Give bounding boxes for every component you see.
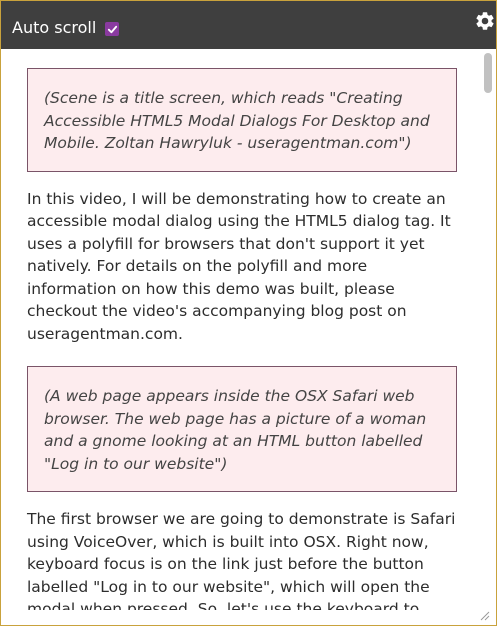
audio-description-block: (Scene is a title screen, which reads "C… bbox=[27, 68, 457, 172]
transcript-toolbar: Auto scroll bbox=[1, 1, 496, 49]
transcript-panel: Auto scroll (Scene is a title screen, wh… bbox=[0, 0, 497, 626]
audio-description-block: (A web page appears inside the OSX Safar… bbox=[27, 366, 457, 492]
auto-scroll-checkbox[interactable] bbox=[105, 22, 119, 36]
transcript-paragraph: In this video, I will be demonstrating h… bbox=[27, 189, 451, 343]
transcript-scroll-area[interactable]: (Scene is a title screen, which reads "C… bbox=[1, 50, 481, 610]
check-icon bbox=[107, 25, 117, 33]
transcript-content: (Scene is a title screen, which reads "C… bbox=[27, 68, 457, 610]
vertical-scrollbar[interactable] bbox=[481, 50, 496, 610]
settings-gear-button[interactable] bbox=[474, 10, 496, 32]
scrollbar-thumb[interactable] bbox=[484, 53, 492, 93]
transcript-paragraph: The first browser we are going to demons… bbox=[27, 510, 456, 610]
auto-scroll-label[interactable]: Auto scroll bbox=[12, 18, 96, 38]
gear-icon bbox=[476, 12, 494, 30]
resize-grip-icon[interactable] bbox=[478, 609, 490, 621]
